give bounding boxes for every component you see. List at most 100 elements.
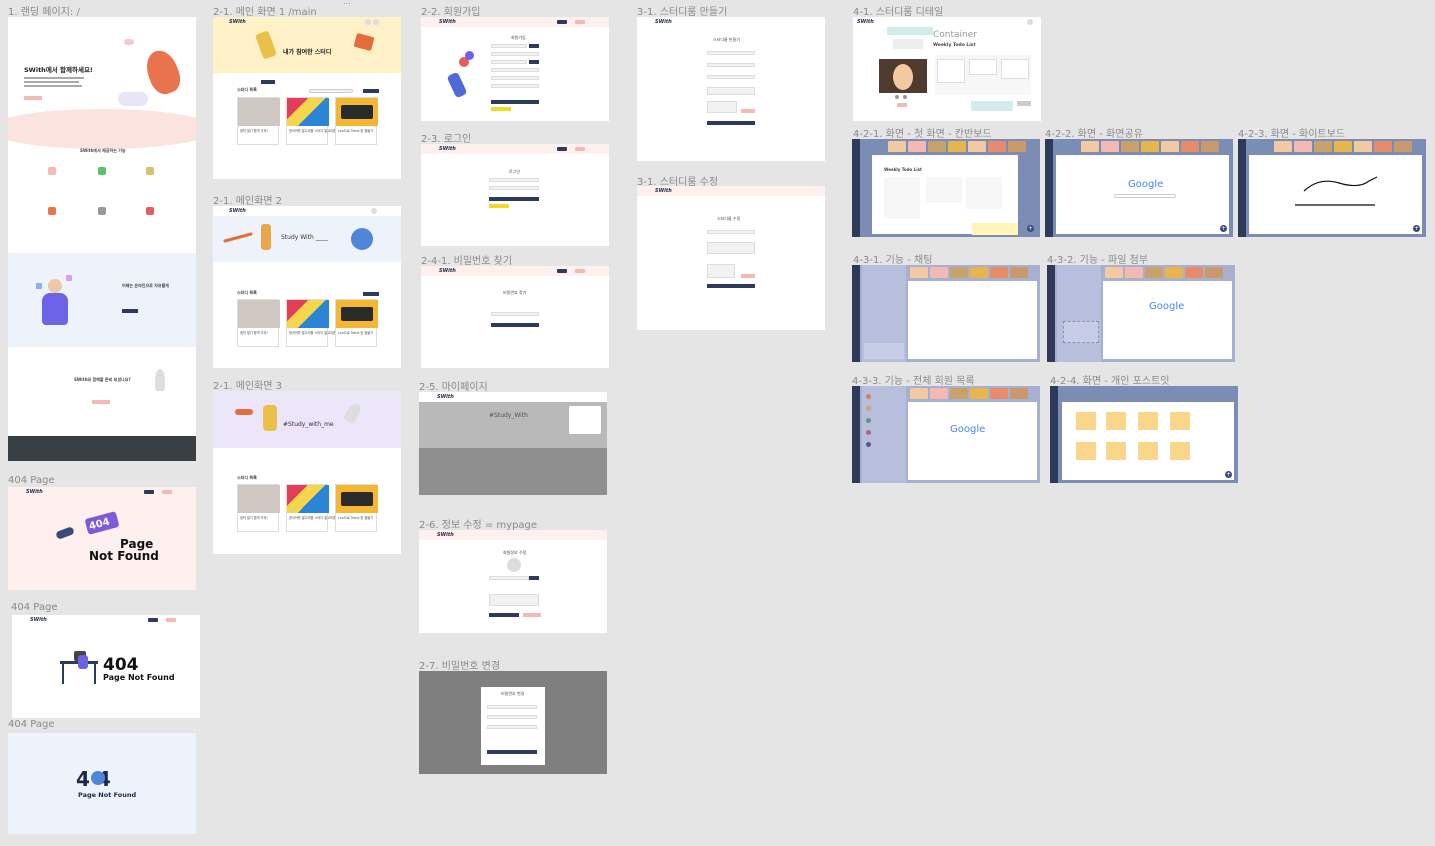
app-logo[interactable]: SWith (26, 489, 43, 495)
page-404-a[interactable]: SWith 404 Page Not Found (8, 487, 196, 590)
study-card-title: 정처 필기 합격 가자! (240, 516, 268, 520)
mypage-banner: #Study_With (489, 412, 528, 419)
postit-frame[interactable]: + (1050, 386, 1238, 483)
createroom-title: 스터디룸 만들기 (713, 37, 741, 42)
frame-label-createroom[interactable]: 3-1. 스터디룸 만들기 (637, 3, 727, 18)
frame-label-fileshare[interactable]: 4-3-2. 기능 - 파일 첨부 (1047, 251, 1148, 266)
study-card-title: 한국어를 알고리즘 스터디 알고리즘 (289, 129, 337, 133)
app-logo[interactable]: SWith (857, 19, 874, 25)
main-banner-title: #Study_with_me (283, 421, 334, 428)
frame-label-postit[interactable]: 4-2-4. 화면 - 개인 포스트잇 (1050, 372, 1169, 387)
createroom-frame[interactable]: SWith 스터디룸 만들기 (637, 17, 825, 161)
frame-label-main2[interactable]: 2-1. 메인화면 2 (213, 192, 282, 207)
editroom-title: 스터디룸 수정 (717, 216, 741, 221)
changepw-title: 비밀번호 변경 (501, 691, 525, 696)
study-list-title: 스터디 목록 (237, 87, 257, 92)
landing-section4-title: SWith와 함께할 준비 되셨나요? (74, 377, 131, 382)
app-logo[interactable]: SWith (655, 19, 672, 25)
frame-label-roomdetail[interactable]: 4-1. 스터디룸 디테일 (853, 3, 943, 18)
main-banner-title: 내가 참여한 스터디 (283, 49, 332, 56)
frame-label-landing[interactable]: 1. 랜딩 페이지: / (8, 3, 80, 18)
app-logo[interactable]: SWith (229, 208, 246, 214)
frame-label-screenshare[interactable]: 4-2-2. 화면 - 화면공유 (1045, 125, 1143, 140)
frame-label-404c[interactable]: 404 Page (8, 719, 54, 730)
frame-label-mypage[interactable]: 2-5. 마이페이지 (419, 378, 488, 393)
frame-label-main1[interactable]: 2-1. 메인 화면 1 /main (213, 3, 317, 18)
frame-label-whiteboard[interactable]: 4-2-3. 화면 - 화이트보드 (1238, 125, 1345, 140)
frame-label-kanban[interactable]: 4-2-1. 화면 - 첫 화면 - 칸반보드 (853, 125, 992, 140)
app-logo[interactable]: SWith (655, 188, 672, 194)
study-card-title: 정처 필기 합격 가자! (240, 331, 268, 335)
main2-frame[interactable]: SWith Study With ____ 스터디 목록 정처 필기 합격 가자… (213, 206, 401, 368)
add-icon[interactable]: + (1413, 225, 1420, 232)
study-card-title: 한국어를 알고리즘 스터디 알고리즘 (289, 331, 337, 335)
fileshare-frame[interactable]: Google (1047, 265, 1235, 362)
frame-label-editinfo[interactable]: 2-6. 정보 수정 = mypage (419, 516, 537, 531)
editroom-frame[interactable]: SWith 스터디룸 수정 (637, 186, 825, 330)
landing-section3-title: 어제는 온라인으로 자유롭게 (122, 283, 169, 288)
frame-label-main3[interactable]: 2-1. 메인화면 3 (213, 377, 282, 392)
signup-title: 회원가입 (511, 35, 526, 40)
signup-frame[interactable]: SWith 회원가입 (421, 17, 609, 121)
study-card-title: 정처 필기 합격 가자! (240, 129, 268, 133)
app-logo[interactable]: SWith (229, 19, 246, 25)
whiteboard-drawing[interactable] (1249, 155, 1422, 234)
frame-label-signup[interactable]: 2-2. 회원가입 (421, 3, 481, 18)
app-logo[interactable]: SWith (439, 268, 456, 274)
landing-frame[interactable]: SWith에서 함께하세요! SWith에서 제공하는 기능 어제는 온라인으로… (8, 17, 196, 461)
screenshare-frame[interactable]: Google + (1045, 139, 1233, 237)
app-logo[interactable]: SWith (439, 146, 456, 152)
findpw-title: 비밀번호 찾기 (503, 290, 527, 295)
chat-frame[interactable] (852, 265, 1040, 362)
error-404-text-2: Not Found (89, 549, 159, 563)
frame-label-changepw[interactable]: 2-7. 비밀번호 변경 (419, 657, 500, 672)
app-logo[interactable]: SWith (437, 532, 454, 538)
error-404-text: Page Not Found (103, 673, 175, 682)
whiteboard-frame[interactable]: + (1238, 139, 1426, 237)
main3-frame[interactable]: #Study_with_me 스터디 목록 정처 필기 합격 가자! 한국어를 … (213, 391, 401, 554)
frame-label-members[interactable]: 4-3-3. 기능 - 전체 회원 목록 (852, 372, 975, 387)
main-banner-title: Study With ____ (281, 234, 328, 241)
roomdetail-frame[interactable]: SWith Container Weekly Todo List (853, 17, 1041, 121)
google-logo: Google (1149, 301, 1185, 312)
login-frame[interactable]: SWith 로그인 (421, 144, 609, 246)
main1-frame[interactable]: SWith 내가 참여한 스터디 스터디 목록 정처 필기 합격 가자! 한국어… (213, 17, 401, 179)
study-list-title: 스터디 목록 (237, 475, 257, 480)
study-card-title: cnn으로 Trend 완 점들기 (338, 516, 374, 520)
container-label: Container (933, 30, 977, 40)
google-logo: Google (950, 424, 986, 435)
app-logo[interactable]: SWith (30, 617, 47, 623)
app-logo[interactable]: SWith (437, 394, 454, 400)
study-card-title: cnn으로 Trend 완 점들기 (338, 129, 374, 133)
add-icon[interactable]: + (1027, 225, 1034, 232)
kanban-frame[interactable]: Weekly Todo List + (852, 139, 1040, 237)
findpw-frame[interactable]: SWith 비밀번호 찾기 (421, 266, 609, 368)
globe-icon (91, 771, 105, 785)
frame-label-login[interactable]: 2-3. 로그인 (421, 130, 471, 145)
frame-label-findpw[interactable]: 2-4-1. 비밀번호 찾기 (421, 252, 512, 267)
google-logo: Google (1128, 179, 1164, 190)
members-frame[interactable]: Google (852, 386, 1040, 483)
changepw-frame[interactable]: 비밀번호 변경 (419, 671, 607, 774)
error-404-code: 404 (103, 655, 139, 675)
kanban-title: Weekly Todo List (884, 167, 922, 172)
editinfo-title: 회원정보 수정 (503, 550, 527, 555)
page-404-c[interactable]: 4 4 Page Not Found (8, 733, 196, 834)
todo-title: Weekly Todo List (933, 43, 976, 48)
add-icon[interactable]: + (1220, 225, 1227, 232)
app-logo[interactable]: SWith (439, 19, 456, 25)
frame-label-404b[interactable]: 404 Page (11, 602, 57, 613)
study-card-title: cnn으로 Trend 완 점들기 (338, 331, 374, 335)
error-404-text: Page Not Found (78, 791, 137, 799)
study-list-title: 스터디 목록 (237, 290, 257, 295)
frame-label-chat[interactable]: 4-3-1. 기능 - 채팅 (853, 251, 932, 266)
page-404-b[interactable]: SWith 404 Page Not Found (12, 615, 200, 718)
editinfo-frame[interactable]: SWith 회원정보 수정 (419, 530, 607, 633)
add-icon[interactable]: + (1225, 471, 1232, 478)
landing-features-title: SWith에서 제공하는 기능 (80, 148, 126, 153)
mypage-frame[interactable]: SWith #Study_With (419, 392, 607, 495)
landing-hero-title: SWith에서 함께하세요! (24, 66, 93, 74)
study-card-title: 한국어를 알고리즘 스터디 알고리즘 (289, 516, 337, 520)
frame-label-404a[interactable]: 404 Page (8, 475, 54, 486)
login-title: 로그인 (509, 169, 521, 174)
